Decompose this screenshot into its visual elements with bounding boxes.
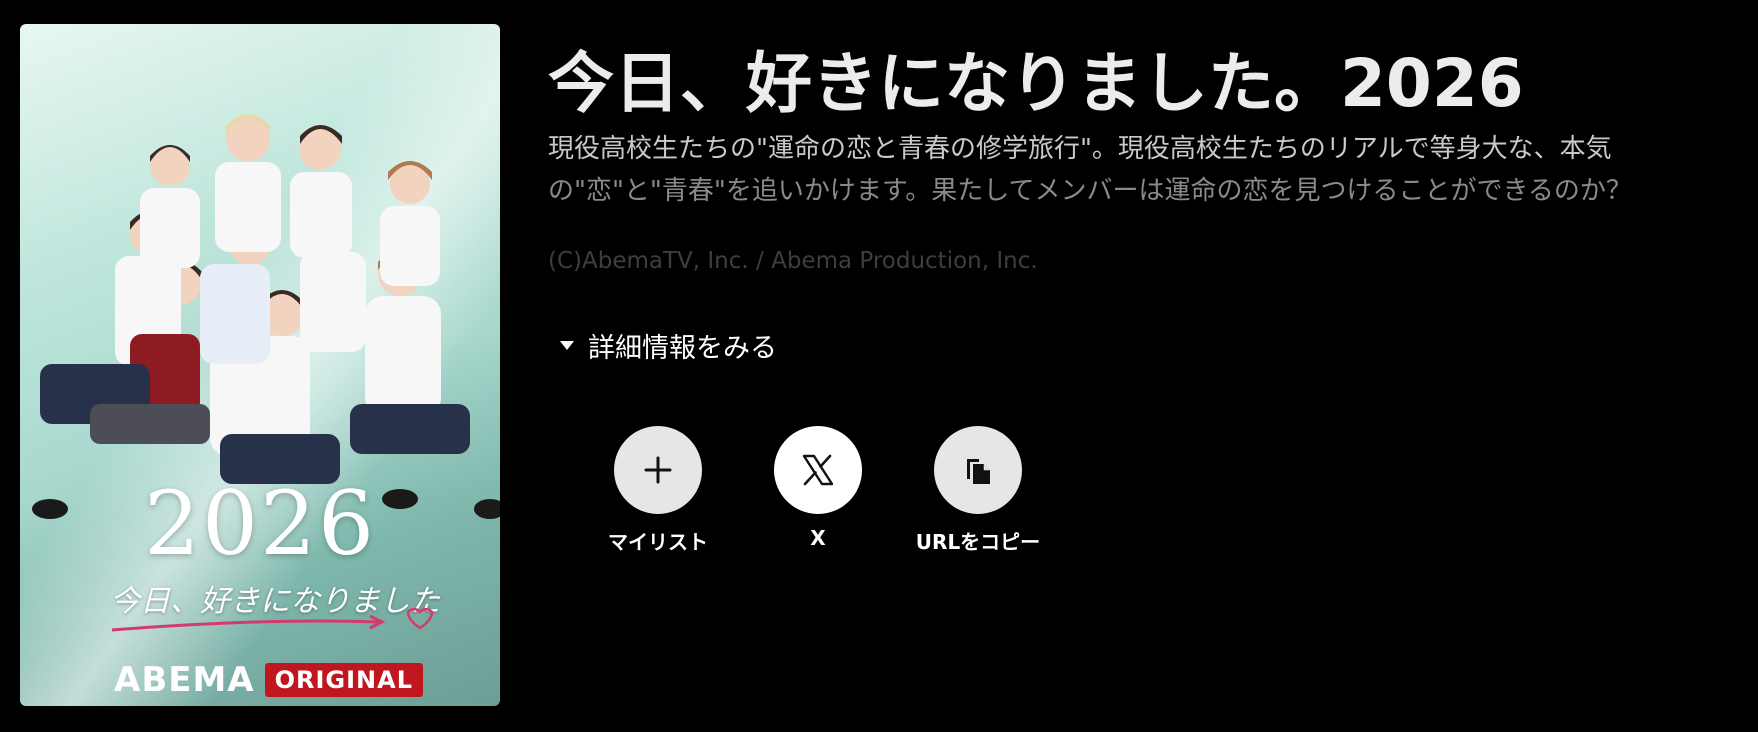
- share-x-button[interactable]: X: [738, 426, 898, 555]
- action-buttons: マイリスト X URLをコピー: [578, 426, 1058, 555]
- x-logo-icon: [802, 454, 834, 486]
- poster-brand: ABEMA ORIGINAL: [114, 660, 424, 700]
- original-badge: ORIGINAL: [264, 663, 424, 697]
- description-line-2: の"恋"と"青春"を追いかけます。果たしてメンバーは運命の恋を見つけることができ…: [548, 176, 1632, 206]
- share-x-button-circle[interactable]: [774, 426, 862, 514]
- plus-icon: [644, 456, 672, 484]
- mylist-button-circle[interactable]: [614, 426, 702, 514]
- abema-logo: ABEMA: [114, 660, 255, 700]
- show-details-toggle[interactable]: 詳細情報をみる: [560, 326, 777, 365]
- copy-url-label: URLをコピー: [915, 530, 1041, 554]
- mylist-label: マイリスト: [608, 530, 708, 554]
- mylist-button[interactable]: マイリスト: [578, 426, 738, 555]
- copy-url-button[interactable]: URLをコピー: [898, 426, 1058, 555]
- program-description: 現役高校生たちの"運命の恋と青春の修学旅行"。現役高校生たちのリアルで等身大な、…: [548, 128, 1738, 212]
- program-poster: 2026 今日、好きになりました ABEMA ORIGINAL: [20, 24, 500, 706]
- show-details-label: 詳細情報をみる: [588, 333, 777, 364]
- triangle-down-icon: [560, 341, 574, 350]
- copy-url-button-circle[interactable]: [934, 426, 1022, 514]
- share-x-label: X: [810, 526, 826, 550]
- copyright-text: (C)AbemaTV, Inc. / Abema Production, Inc…: [548, 248, 1038, 274]
- poster-year: 2026: [144, 472, 376, 575]
- description-line-1: 現役高校生たちの"運命の恋と青春の修学旅行"。現役高校生たちのリアルで等身大な、…: [548, 134, 1612, 164]
- poster-underline-decoration: [111, 608, 434, 632]
- program-title: 今日、好きになりました。2026: [548, 45, 1524, 122]
- copy-icon: [967, 459, 990, 484]
